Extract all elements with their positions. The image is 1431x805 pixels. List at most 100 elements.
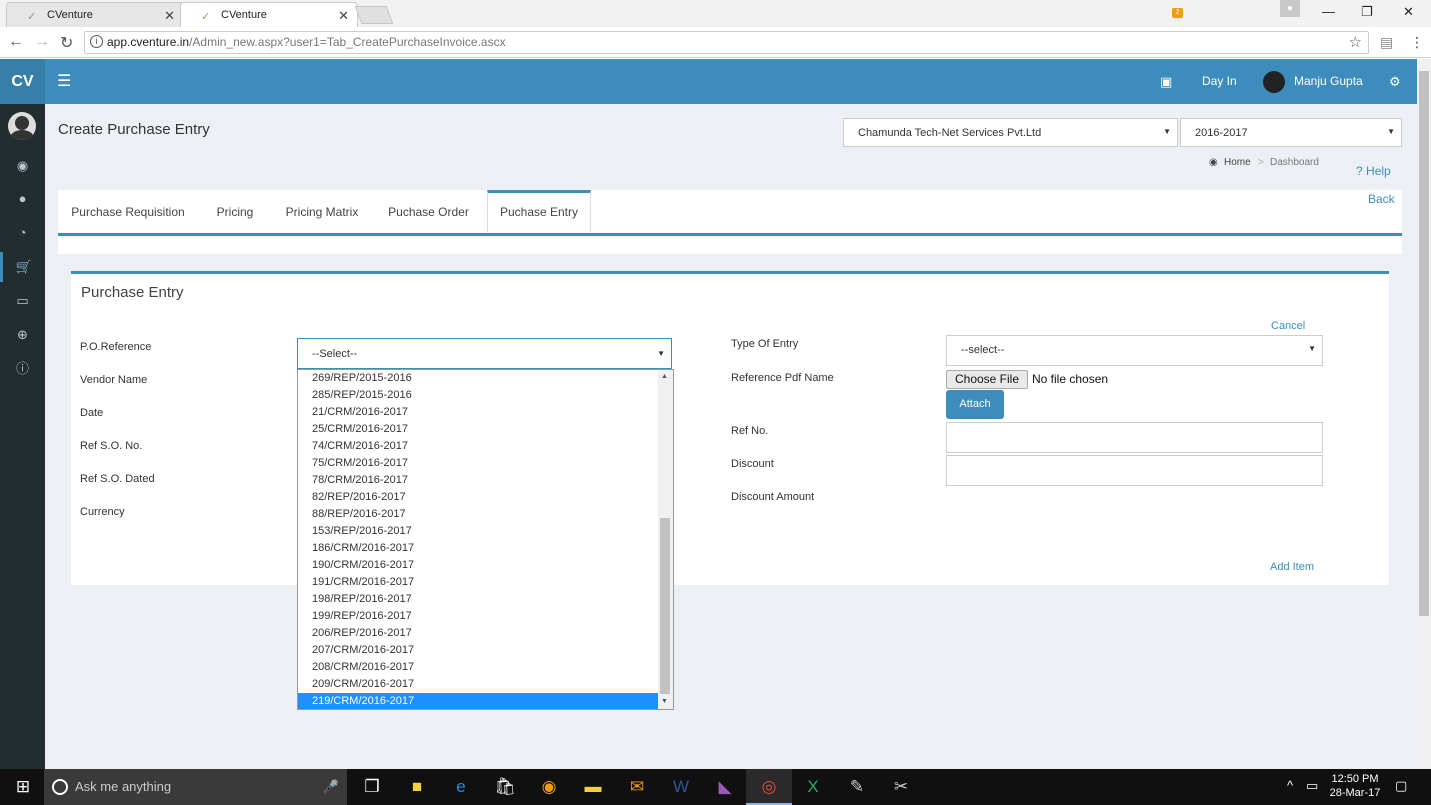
cancel-link[interactable]: Cancel — [1271, 320, 1305, 332]
dropdown-option[interactable]: 153/REP/2016-2017 — [298, 523, 659, 540]
discount-amount-label: Discount Amount — [731, 491, 815, 503]
profile-icon[interactable]: ● — [1280, 0, 1300, 17]
url-input[interactable]: i app.cventure.in/Admin_new.aspx?user1=T… — [84, 31, 1369, 54]
tab-purchase-requisition[interactable]: Purchase Requisition — [64, 190, 192, 230]
task-view-icon[interactable]: ❐ — [349, 769, 395, 805]
cortana-search-box[interactable]: Ask me anything 🎤 — [44, 769, 347, 805]
reload-icon[interactable]: ↻ — [60, 33, 73, 53]
dropdown-option[interactable]: 207/CRM/2016-2017 — [298, 642, 659, 659]
dashboard-icon[interactable]: ◉ — [0, 151, 45, 181]
menu-dots-icon[interactable]: ⋮ — [1410, 34, 1424, 51]
camera-icon[interactable]: ▣ — [1160, 59, 1172, 104]
dropdown-option[interactable]: 78/CRM/2016-2017 — [298, 472, 659, 489]
dropdown-option[interactable]: 285/REP/2015-2016 — [298, 387, 659, 404]
scroll-down-icon[interactable]: ▼ — [661, 698, 668, 705]
firefox-icon[interactable]: ◉ — [526, 769, 572, 805]
logo[interactable]: CV — [0, 59, 45, 104]
dropdown-option[interactable]: 206/REP/2016-2017 — [298, 625, 659, 642]
edge-browser-icon[interactable]: e — [438, 769, 484, 805]
globe-icon[interactable]: ⊕ — [0, 320, 45, 350]
close-tab-icon[interactable]: ✕ — [338, 8, 349, 24]
tab-pricing-matrix[interactable]: Pricing Matrix — [277, 190, 367, 230]
back-link[interactable]: Back — [1368, 192, 1395, 206]
word-icon[interactable]: W — [658, 769, 704, 805]
hamburger-menu-icon[interactable]: ☰ — [57, 71, 71, 91]
dropdown-option[interactable]: 219/CRM/2016-2017 — [298, 693, 659, 709]
user-avatar[interactable] — [1263, 71, 1285, 93]
excel-icon[interactable]: X — [790, 769, 836, 805]
dropdown-option[interactable]: 75/CRM/2016-2017 — [298, 455, 659, 472]
chrome-icon[interactable]: ◎ — [746, 769, 792, 805]
store-icon[interactable]: 🛍 — [482, 769, 528, 805]
dropdown-option[interactable]: 191/CRM/2016-2017 — [298, 574, 659, 591]
microphone-icon[interactable]: 🎤 — [323, 769, 339, 805]
snipping-tool-icon[interactable]: ✂ — [878, 769, 924, 805]
bookmark-star-icon[interactable]: ☆ — [1349, 33, 1362, 51]
po-reference-select[interactable]: --Select-- ▼ — [297, 338, 672, 369]
browser-tab-active[interactable]: ✓ CVenture ✕ — [180, 2, 358, 27]
dropdown-option[interactable]: 21/CRM/2016-2017 — [298, 404, 659, 421]
choose-file-button[interactable]: Choose File — [946, 370, 1028, 389]
type-of-entry-select[interactable]: --select-- ▼ — [946, 335, 1323, 366]
dropdown-option[interactable]: 269/REP/2015-2016 — [298, 370, 659, 387]
close-tab-icon[interactable]: ✕ — [164, 8, 175, 24]
settings-gears-icon[interactable]: ⚙ — [1389, 59, 1401, 104]
user-icon[interactable]: ● — [0, 184, 45, 214]
dashboard-icon: ◉ — [1209, 157, 1218, 168]
pie-chart-icon[interactable]: ◔ — [0, 218, 45, 248]
info-icon[interactable]: i — [90, 35, 103, 48]
info-circle-icon[interactable]: ⓘ — [0, 354, 45, 384]
notifications-icon[interactable]: ▢ — [1395, 778, 1407, 794]
help-link[interactable]: ? Help — [1356, 164, 1391, 178]
dropdown-option[interactable]: 209/CRM/2016-2017 — [298, 676, 659, 693]
dropdown-option[interactable]: 82/REP/2016-2017 — [298, 489, 659, 506]
box-title: Purchase Entry — [81, 284, 184, 301]
restore-icon[interactable]: ❐ — [1361, 4, 1373, 20]
dropdown-option[interactable]: 198/REP/2016-2017 — [298, 591, 659, 608]
browser-tab[interactable]: ✓ CVenture ✕ — [6, 2, 184, 27]
company-select[interactable]: Chamunda Tech-Net Services Pvt.Ltd ▼ — [843, 118, 1178, 147]
extension-icon[interactable]: ▤ — [1380, 34, 1393, 51]
ref-no-input[interactable] — [946, 422, 1323, 453]
outlook-icon[interactable]: ✉ — [614, 769, 660, 805]
credit-card-icon[interactable]: ▭ — [0, 286, 45, 316]
network-icon[interactable]: ▭ — [1306, 778, 1318, 794]
add-item-link[interactable]: Add Item — [1270, 561, 1314, 573]
attach-button[interactable]: Attach — [946, 390, 1004, 419]
dropdown-option[interactable]: 186/CRM/2016-2017 — [298, 540, 659, 557]
user-name[interactable]: Manju Gupta — [1294, 59, 1363, 104]
windows-start-icon[interactable]: ⊞ — [0, 769, 46, 805]
tab-pricing[interactable]: Pricing — [205, 190, 265, 230]
file-explorer-icon[interactable]: ▬ — [570, 769, 616, 805]
dropdown-option[interactable]: 208/CRM/2016-2017 — [298, 659, 659, 676]
forward-arrow-icon[interactable]: → — [34, 33, 50, 51]
dropdown-scroll-thumb[interactable] — [660, 518, 670, 694]
dropdown-option[interactable]: 199/REP/2016-2017 — [298, 608, 659, 625]
dropdown-option[interactable]: 74/CRM/2016-2017 — [298, 438, 659, 455]
po-reference-label: P.O.Reference — [80, 341, 152, 353]
close-window-icon[interactable]: ✕ — [1403, 4, 1414, 20]
tab-puchase-entry[interactable]: Puchase Entry — [487, 190, 591, 232]
sticky-notes-icon[interactable]: ■ — [394, 769, 440, 805]
new-tab-button[interactable] — [354, 6, 394, 24]
tab-puchase-order[interactable]: Puchase Order — [381, 190, 476, 230]
back-arrow-icon[interactable]: ← — [8, 33, 24, 51]
dropdown-option[interactable]: 88/REP/2016-2017 — [298, 506, 659, 523]
dropdown-option[interactable]: 190/CRM/2016-2017 — [298, 557, 659, 574]
scroll-up-icon[interactable]: ▲ — [661, 373, 668, 380]
tray-chevron-icon[interactable]: ^ — [1287, 778, 1293, 793]
dropdown-scrollbar[interactable]: ▲ ▼ — [658, 370, 673, 709]
discount-input[interactable] — [946, 455, 1323, 486]
page-scroll-thumb[interactable] — [1419, 71, 1429, 616]
year-select[interactable]: 2016-2017 ▼ — [1180, 118, 1402, 147]
cortana-icon — [52, 779, 68, 795]
shopping-cart-icon[interactable]: 🛒 — [0, 252, 45, 282]
dropdown-option[interactable]: 25/CRM/2016-2017 — [298, 421, 659, 438]
breadcrumb-home[interactable]: Home — [1224, 157, 1251, 168]
visual-studio-icon[interactable]: ◣ — [702, 769, 748, 805]
day-in-link[interactable]: Day In — [1202, 59, 1237, 104]
taskbar-clock[interactable]: 12:50 PM 28-Mar-17 — [1325, 772, 1385, 800]
minimize-icon[interactable]: — — [1322, 4, 1335, 19]
paint-icon[interactable]: ✎ — [834, 769, 880, 805]
page-scrollbar[interactable] — [1417, 59, 1431, 769]
